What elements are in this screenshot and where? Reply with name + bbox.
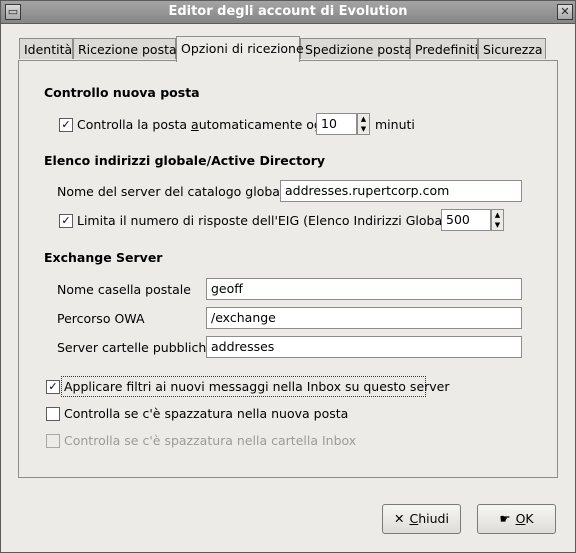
auto-check-checkbox[interactable]: ✓ (59, 118, 73, 132)
checkmark-icon: ✓ (61, 214, 71, 227)
tab-identita[interactable]: Identità (19, 38, 73, 59)
public-folder-input[interactable]: addresses (206, 336, 522, 358)
window-close-icon[interactable]: ✕ (557, 4, 573, 20)
apply-filters-label[interactable]: Applicare filtri ai nuovi messaggi nella… (64, 379, 450, 394)
apply-filters-checkbox[interactable]: ✓ (46, 380, 60, 394)
gal-limit-spin-buttons[interactable]: ▲ ▼ (491, 209, 504, 231)
interval-unit-label: minuti (375, 117, 415, 132)
checkmark-icon: ✓ (61, 118, 71, 131)
exchange-heading: Exchange Server (44, 250, 163, 265)
ok-button[interactable]: ☛ OK (477, 504, 556, 534)
gal-heading: Elenco indirizzi globale/Active Director… (44, 153, 326, 168)
junk-inbox-checkbox (46, 434, 60, 448)
checkmark-icon: ✓ (48, 380, 58, 393)
tab-opzioni-di-ricezione[interactable]: Opzioni di ricezione (176, 36, 304, 62)
tab-spedizione-posta[interactable]: Spedizione posta (300, 38, 412, 59)
mailbox-input[interactable]: geoff (206, 278, 522, 300)
tab-predefiniti[interactable]: Predefiniti (410, 38, 478, 59)
junk-new-mail-label[interactable]: Controlla se c'è spazzatura nella nuova … (64, 406, 348, 421)
junk-new-mail-checkbox[interactable] (46, 407, 60, 421)
gal-limit-label[interactable]: Limita il numero di risposte dell'EIG (E… (77, 213, 462, 228)
gal-limit-checkbox[interactable]: ✓ (59, 214, 73, 228)
interval-spin-input[interactable]: 10 (316, 113, 357, 135)
interval-spin-buttons[interactable]: ▲ ▼ (357, 113, 370, 135)
spin-up-icon[interactable]: ▲ (492, 210, 503, 220)
close-button[interactable]: ✕ Chiudi (382, 504, 461, 534)
spin-down-icon[interactable]: ▼ (358, 124, 369, 134)
gal-server-label: Nome del server del catalogo globale: (57, 184, 296, 199)
spin-up-icon[interactable]: ▲ (358, 114, 369, 124)
gal-limit-spin-input[interactable]: 500 (441, 209, 491, 231)
ok-hand-icon: ☛ (499, 511, 511, 526)
public-folder-label: Server cartelle pubbliche (57, 340, 214, 355)
close-x-icon: ✕ (394, 511, 405, 526)
owa-path-input[interactable]: /exchange (206, 307, 522, 329)
tab-sicurezza[interactable]: Sicurezza (478, 38, 546, 59)
junk-inbox-label: Controlla se c'è spazzatura nella cartel… (64, 433, 357, 448)
spin-down-icon[interactable]: ▼ (492, 220, 503, 230)
title-bar: ▭ Editor degli account di Evolution ✕ (1, 1, 575, 24)
tab-ricezione-posta[interactable]: Ricezione posta (73, 38, 177, 59)
owa-path-label: Percorso OWA (57, 311, 145, 326)
check-mail-heading: Controllo nuova posta (44, 85, 200, 100)
tab-panel-opzioni: Controllo nuova posta ✓ Controlla la pos… (18, 60, 558, 478)
gal-server-input[interactable]: addresses.rupertcorp.com (280, 180, 522, 202)
account-editor-window: ▭ Editor degli account di Evolution ✕ Id… (0, 0, 576, 553)
mailbox-label: Nome casella postale (57, 282, 191, 297)
window-title: Editor degli account di Evolution (168, 4, 408, 19)
auto-check-label[interactable]: Controlla la posta automaticamente ogni (77, 117, 333, 132)
